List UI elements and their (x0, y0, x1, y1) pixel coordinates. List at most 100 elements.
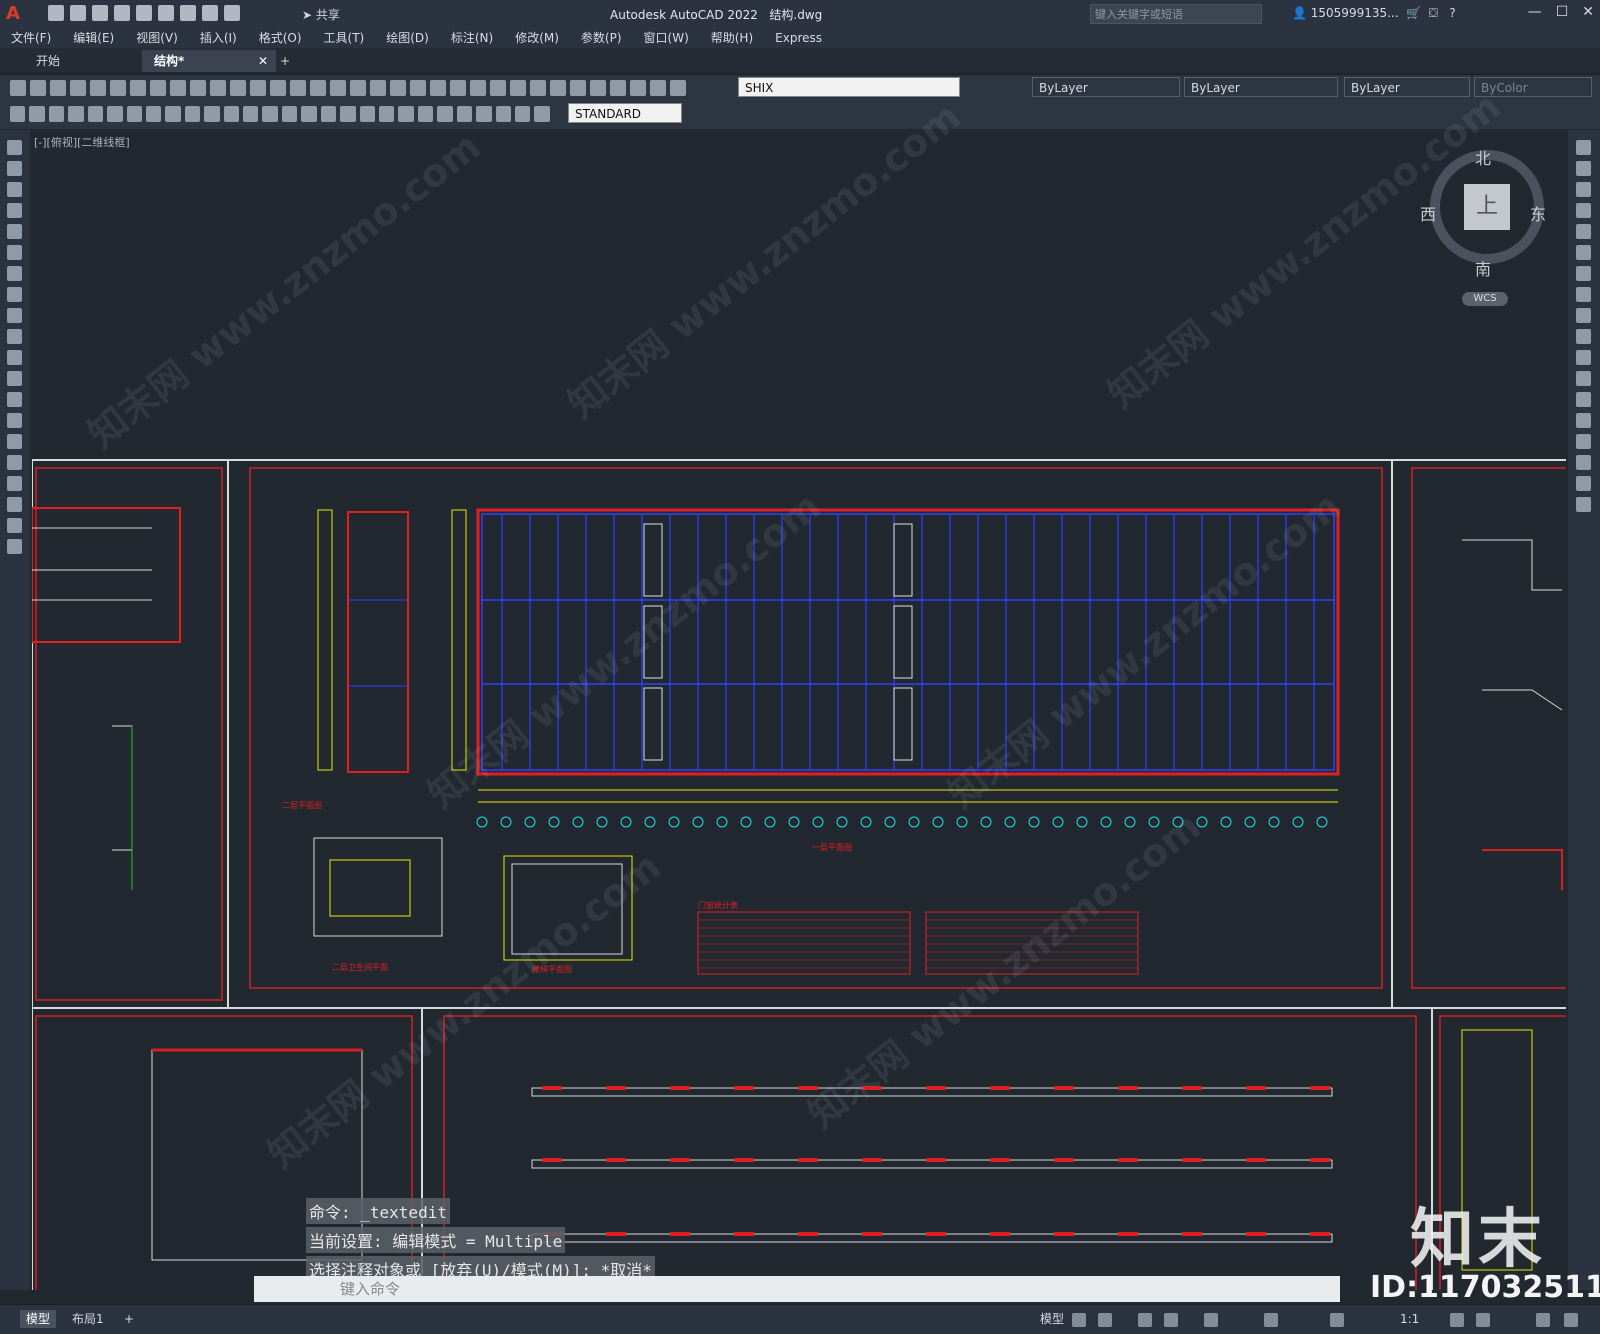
side-tool-icon[interactable] (7, 245, 22, 260)
toolbar-tool-icon[interactable] (145, 106, 162, 122)
toolbar-tool-icon[interactable] (490, 80, 506, 96)
compass-west[interactable]: 西 (1420, 201, 1436, 225)
toolbar-tool-icon[interactable] (570, 80, 586, 96)
menu-item[interactable]: 工具(T) (313, 28, 376, 48)
compass-east[interactable]: 东 (1530, 201, 1546, 225)
menu-item[interactable]: 窗口(W) (633, 28, 700, 48)
toolbar-tool-icon[interactable] (170, 80, 186, 96)
toolbar-tool-icon[interactable] (87, 106, 104, 122)
redo-icon[interactable] (224, 5, 240, 21)
toolbar-tool-icon[interactable] (359, 106, 376, 122)
toolbar-tool-icon[interactable] (530, 80, 546, 96)
wcs-menu[interactable]: WCS (1462, 292, 1508, 306)
menu-item[interactable]: 标注(N) (440, 28, 504, 48)
side-tool-icon[interactable] (7, 392, 22, 407)
menu-item[interactable]: 格式(O) (248, 28, 313, 48)
toolbar-tool-icon[interactable] (223, 106, 240, 122)
toolbar-tool-icon[interactable] (410, 80, 426, 96)
side-tool-icon[interactable] (1576, 371, 1591, 386)
color-combo[interactable]: ByLayer (1032, 77, 1180, 97)
side-tool-icon[interactable] (1576, 392, 1591, 407)
toolbar-tool-icon[interactable] (390, 80, 406, 96)
toolbar-tool-icon[interactable] (130, 80, 146, 96)
toolbar-tool-icon[interactable] (184, 106, 201, 122)
side-tool-icon[interactable] (7, 518, 22, 533)
tab-structure[interactable]: 结构* ✕ (142, 50, 276, 72)
menu-item[interactable]: 参数(P) (570, 28, 633, 48)
dimstyle-combo[interactable]: STANDARD (568, 103, 682, 123)
side-tool-icon[interactable] (1576, 161, 1591, 176)
annotation-icon[interactable] (1330, 1313, 1344, 1327)
side-tool-icon[interactable] (1576, 203, 1591, 218)
plotstyle-combo[interactable]: ByColor (1474, 77, 1592, 97)
maximize-icon[interactable]: ☐ (1556, 4, 1569, 20)
fullscreen-icon[interactable] (1536, 1313, 1550, 1327)
toolbar-tool-icon[interactable] (550, 80, 566, 96)
toolbar-tool-icon[interactable] (610, 80, 626, 96)
toolbar-tool-icon[interactable] (107, 106, 123, 122)
toolbar-tool-icon[interactable] (29, 106, 45, 122)
toolbar-tool-icon[interactable] (320, 106, 337, 122)
toolbar-tool-icon[interactable] (150, 80, 166, 96)
toolbar-tool-icon[interactable] (301, 106, 317, 122)
tab-close-icon[interactable]: ✕ (258, 50, 268, 72)
toolbar-tool-icon[interactable] (30, 80, 46, 96)
side-tool-icon[interactable] (7, 140, 22, 155)
toolbar-tool-icon[interactable] (10, 80, 26, 96)
toolbar-tool-icon[interactable] (495, 106, 511, 122)
side-tool-icon[interactable] (7, 455, 22, 470)
toolbar-tool-icon[interactable] (10, 106, 26, 122)
toolbar-tool-icon[interactable] (110, 80, 126, 96)
viewport-label[interactable]: [-][俯视][二维线框] (34, 134, 130, 150)
save-as-icon[interactable] (114, 5, 130, 21)
compass-south[interactable]: 南 (1475, 256, 1491, 280)
open-icon[interactable] (70, 5, 86, 21)
toolbar-tool-icon[interactable] (281, 106, 298, 122)
toolbar-tool-icon[interactable] (370, 80, 386, 96)
menu-item[interactable]: 编辑(E) (62, 28, 125, 48)
toolbar-tool-icon[interactable] (48, 106, 65, 122)
menu-item[interactable]: 帮助(H) (700, 28, 764, 48)
side-tool-icon[interactable] (7, 266, 22, 281)
menu-item[interactable]: Express (764, 28, 833, 48)
side-tool-icon[interactable] (7, 539, 22, 554)
undo-icon[interactable] (202, 5, 218, 21)
toolbar-tool-icon[interactable] (379, 106, 395, 122)
side-tool-icon[interactable] (1576, 434, 1591, 449)
side-tool-icon[interactable] (1576, 329, 1591, 344)
toolbar-tool-icon[interactable] (290, 80, 306, 96)
viewcube-top-face[interactable]: 上 (1464, 184, 1510, 230)
polar-icon[interactable] (1164, 1313, 1178, 1327)
side-tool-icon[interactable] (1576, 266, 1591, 281)
save-web-icon[interactable] (158, 5, 174, 21)
side-tool-icon[interactable] (7, 182, 22, 197)
side-tool-icon[interactable] (7, 203, 22, 218)
isodraft-icon[interactable] (1204, 1313, 1218, 1327)
plus-icon[interactable] (1476, 1313, 1490, 1327)
toolbar-tool-icon[interactable] (243, 106, 259, 122)
menu-item[interactable]: 视图(V) (125, 28, 189, 48)
toolbar-tool-icon[interactable] (90, 80, 106, 96)
toolbar-tool-icon[interactable] (590, 80, 606, 96)
toolbar-tool-icon[interactable] (514, 106, 531, 122)
toolbar-tool-icon[interactable] (398, 106, 414, 122)
annotation-scale[interactable]: 1:1 (1394, 1310, 1425, 1328)
lineweight-combo[interactable]: ByLayer (1344, 77, 1470, 97)
snap-icon[interactable] (1098, 1313, 1112, 1327)
side-tool-icon[interactable] (1576, 476, 1591, 491)
side-tool-icon[interactable] (1576, 287, 1591, 302)
autocad-logo-icon[interactable]: A (6, 4, 26, 24)
side-tool-icon[interactable] (1576, 308, 1591, 323)
side-tool-icon[interactable] (1576, 413, 1591, 428)
add-layout-button[interactable]: + (118, 1310, 140, 1328)
menu-item[interactable]: 文件(F) (0, 28, 62, 48)
toolbar-tool-icon[interactable] (534, 106, 550, 122)
side-tool-icon[interactable] (1576, 497, 1591, 512)
side-tool-icon[interactable] (1576, 350, 1591, 365)
side-tool-icon[interactable] (1576, 182, 1591, 197)
search-input[interactable]: 键入关键字或短语 (1090, 4, 1262, 24)
toolbar-tool-icon[interactable] (650, 80, 666, 96)
side-tool-icon[interactable] (7, 476, 22, 491)
close-icon[interactable]: ✕ (1582, 4, 1594, 20)
new-icon[interactable] (48, 5, 64, 21)
